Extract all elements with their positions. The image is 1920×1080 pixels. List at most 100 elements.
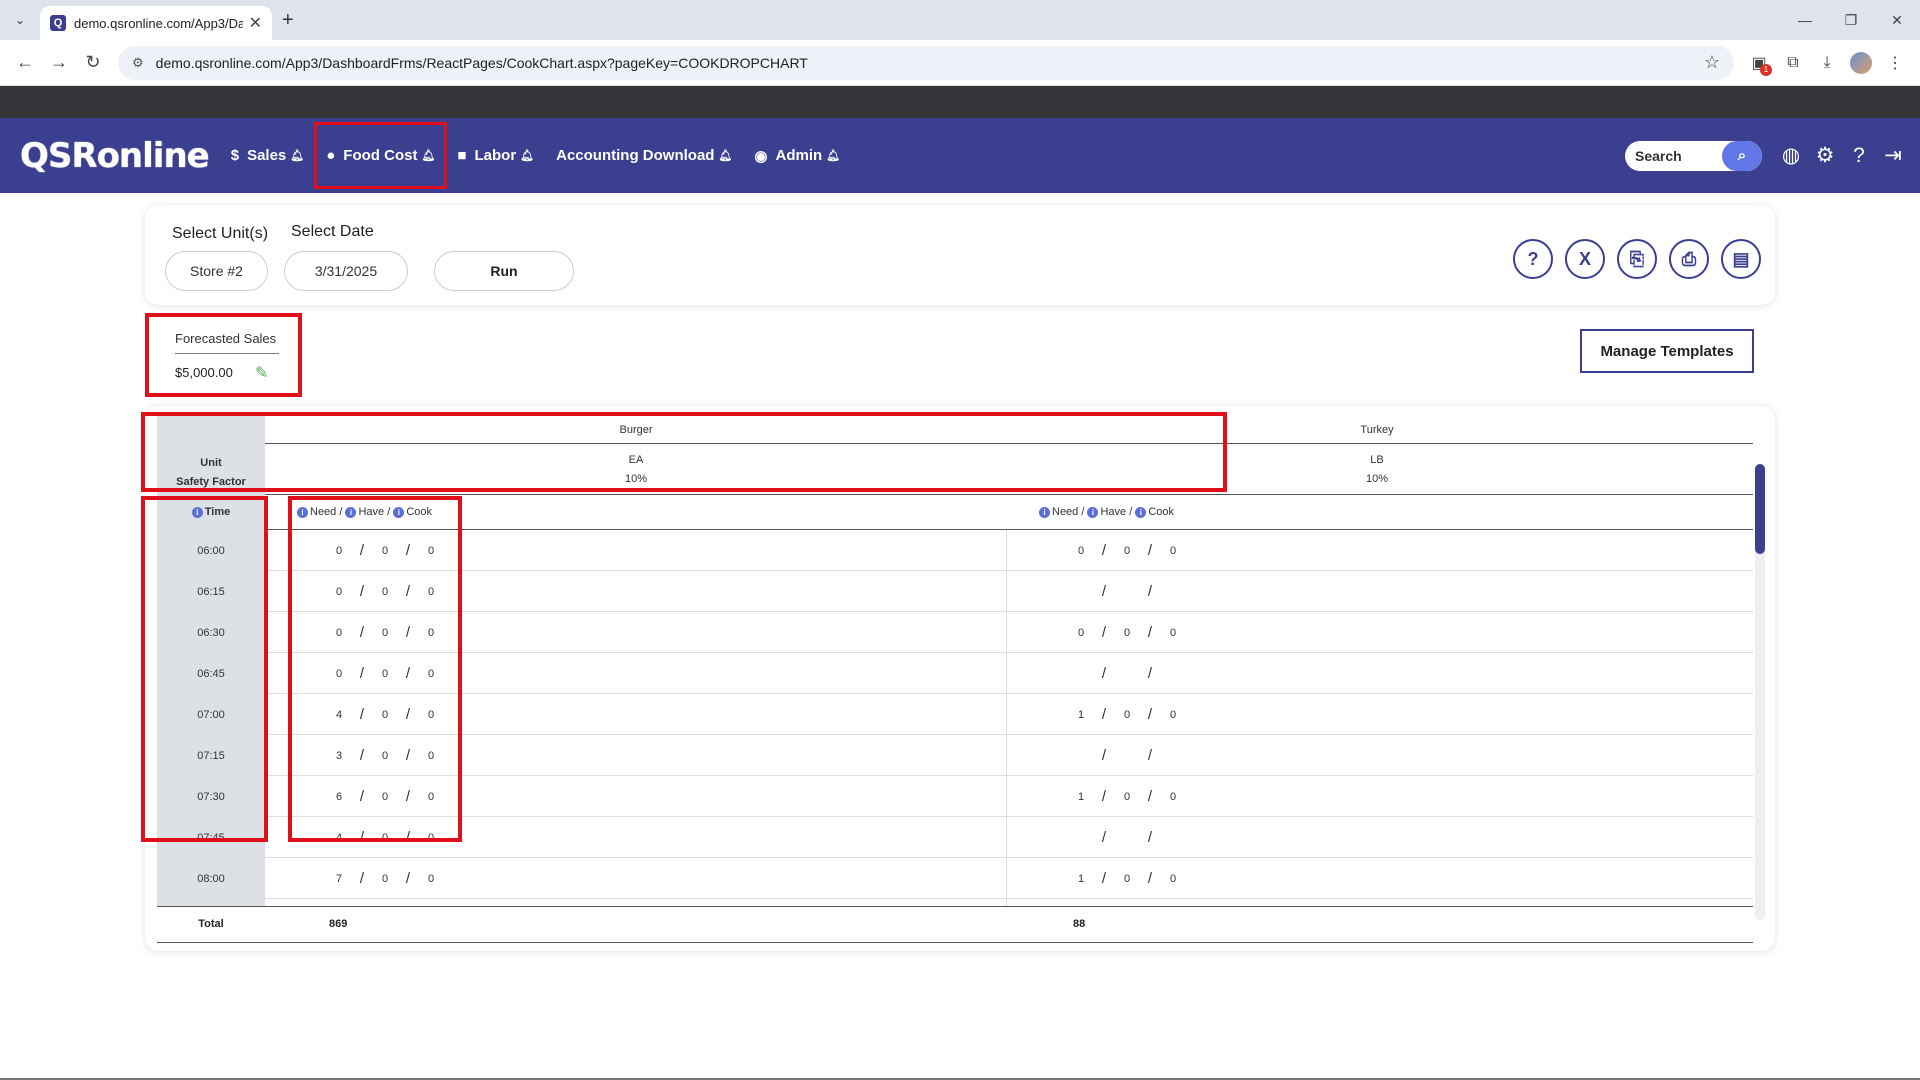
- site-info-icon[interactable]: ⚙: [132, 55, 144, 71]
- excel-export-icon[interactable]: X: [1565, 239, 1605, 279]
- burger-nhc-cell[interactable]: 4 / 0 / 0: [330, 694, 440, 735]
- download-icon[interactable]: ⤓: [1810, 46, 1844, 80]
- url-bar[interactable]: ⚙ demo.qsronline.com/App3/DashboardFrms/…: [118, 45, 1734, 80]
- info-icon[interactable]: i: [393, 506, 405, 518]
- date-picker[interactable]: 3/31/2025: [284, 251, 408, 291]
- separator: /: [359, 747, 365, 764]
- print-icon[interactable]: ⎙: [1669, 239, 1709, 279]
- turkey-nhc-cell[interactable]: 1 / 0 / 0: [1072, 858, 1182, 899]
- have-value: 0: [381, 872, 389, 885]
- burger-nhc-cell[interactable]: 6 / 0 / 0: [330, 776, 440, 817]
- close-window-icon[interactable]: ✕: [1874, 0, 1920, 40]
- bell-icon: 🔔︎: [290, 150, 305, 162]
- burger-nhc-cell[interactable]: 4 / 0 / 0: [330, 817, 440, 858]
- nav-accounting-download[interactable]: Accounting Download 🔔︎: [556, 147, 732, 164]
- search-icon[interactable]: ⌕: [1722, 140, 1762, 171]
- turkey-nhc-cell[interactable]: 1 / 0 / 0: [1072, 694, 1182, 735]
- tab-search-icon[interactable]: ⌄: [8, 8, 32, 32]
- turkey-nhc-cell[interactable]: / /: [1072, 653, 1182, 694]
- forecasted-sales-box: Forecasted Sales $5,000.00 ✎: [145, 313, 302, 397]
- burger-nhc-cell[interactable]: 0 / 0 / 0: [330, 653, 440, 694]
- gear-icon[interactable]: ⚙: [1808, 139, 1842, 173]
- nav-sales[interactable]: $ Sales 🔔︎: [231, 147, 305, 164]
- info-icon[interactable]: i: [1135, 506, 1147, 518]
- unit-select[interactable]: Store #2: [165, 251, 268, 291]
- puzzle-icon[interactable]: ⧉: [1776, 46, 1810, 80]
- table-row: 06:30 0 / 0 / 0 0 / 0 / 0: [157, 612, 1753, 653]
- burger-nhc-cell[interactable]: 3 / 0 / 0: [330, 735, 440, 776]
- separator: /: [1101, 706, 1107, 723]
- logout-icon[interactable]: ⇥: [1876, 139, 1910, 173]
- have-value: 0: [381, 667, 389, 680]
- restore-icon[interactable]: ❐: [1828, 0, 1874, 40]
- qsronline-logo[interactable]: QSRonline: [20, 136, 210, 176]
- globe-icon[interactable]: ◍: [1774, 139, 1808, 173]
- tab-close-icon[interactable]: ✕: [249, 13, 262, 33]
- turkey-nhc-cell[interactable]: 0 / 0 / 0: [1072, 612, 1182, 653]
- pdf-export-icon[interactable]: ⎘: [1617, 239, 1657, 279]
- turkey-nhc-cell[interactable]: / /: [1072, 735, 1182, 776]
- turkey-total: 88: [1073, 918, 1086, 930]
- unit-header: Unit: [200, 457, 222, 469]
- info-icon[interactable]: i: [1087, 506, 1099, 518]
- help-icon[interactable]: ?: [1842, 139, 1876, 173]
- new-tab-icon[interactable]: +: [282, 9, 294, 32]
- burger-nhc-cell[interactable]: 7 / 0 / 0: [330, 858, 440, 899]
- burger-nhc-cell[interactable]: 0 / 0 / 0: [330, 612, 440, 653]
- cook-value: 0: [427, 544, 435, 557]
- bookmark-star-icon[interactable]: ☆: [1704, 52, 1720, 73]
- scrollbar-thumb[interactable]: [1755, 464, 1765, 554]
- info-icon[interactable]: i: [191, 506, 203, 518]
- back-icon[interactable]: ←: [8, 46, 42, 80]
- table-row: 06:45 0/0/0//: [157, 653, 1753, 694]
- reload-icon[interactable]: ↻: [76, 46, 110, 80]
- need-value: 0: [1077, 544, 1085, 557]
- product-burger-name: Burger: [619, 424, 653, 436]
- need-value: 0: [335, 544, 343, 557]
- have-value: 0: [381, 544, 389, 557]
- separator: /: [359, 870, 365, 887]
- time-cell: 07:00: [197, 708, 225, 721]
- dark-strip: [0, 86, 1920, 118]
- browser-menu-icon[interactable]: ⋮: [1878, 46, 1912, 80]
- nav-admin[interactable]: ◉ Admin 🔔︎: [754, 147, 840, 165]
- burger-nhc-header: i Need / i Have / i Cook: [297, 506, 432, 518]
- turkey-nhc-cell[interactable]: 1 / 0 / 0: [1072, 776, 1182, 817]
- manage-templates-button[interactable]: Manage Templates: [1580, 329, 1754, 373]
- save-icon[interactable]: ▤: [1721, 239, 1761, 279]
- extension-icon[interactable]: ▣ 1: [1742, 46, 1776, 80]
- time-cell: 06:00: [197, 544, 225, 557]
- profile-avatar[interactable]: [1844, 46, 1878, 80]
- forward-icon[interactable]: →: [42, 46, 76, 80]
- app-nav: QSRonline $ Sales 🔔︎ ● Food Cost 🔔︎ ■ La…: [0, 118, 1920, 193]
- separator: /: [359, 542, 365, 559]
- time-header: i Time: [157, 506, 265, 518]
- turkey-nhc-cell[interactable]: 0 / 0 / 0: [1072, 530, 1182, 571]
- help-circle-icon[interactable]: ?: [1513, 239, 1553, 279]
- have-value: 0: [1123, 544, 1131, 557]
- search-input[interactable]: Search ⌕: [1625, 140, 1762, 171]
- nav-food-cost[interactable]: ● Food Cost 🔔︎: [314, 122, 448, 189]
- burger-nhc-cell[interactable]: 0 / 0 / 0: [330, 530, 440, 571]
- info-icon[interactable]: i: [297, 506, 308, 518]
- time-cell: 07:15: [197, 749, 225, 762]
- separator: /: [1147, 829, 1153, 846]
- info-icon[interactable]: i: [1039, 506, 1050, 518]
- info-icon[interactable]: i: [345, 506, 357, 518]
- turkey-nhc-cell[interactable]: / /: [1072, 817, 1182, 858]
- separator: /: [1147, 706, 1153, 723]
- edit-icon[interactable]: ✎: [255, 363, 273, 382]
- browser-tab[interactable]: Q demo.qsronline.com/App3/Das ✕: [40, 6, 272, 40]
- grid-scrollbar[interactable]: [1755, 464, 1765, 920]
- time-cell: 06:30: [197, 626, 225, 639]
- table-row: 06:00 0 / 0 / 0 0 / 0 / 0: [157, 530, 1753, 571]
- minimize-icon[interactable]: —: [1782, 0, 1828, 40]
- forecast-label: Forecasted Sales: [175, 331, 277, 346]
- nav-labor[interactable]: ■ Labor 🔔︎: [457, 147, 534, 164]
- burger-nhc-cell[interactable]: 0 / 0 / 0: [330, 571, 440, 612]
- run-button[interactable]: Run: [434, 251, 574, 291]
- turkey-nhc-cell[interactable]: / /: [1072, 571, 1182, 612]
- cook-value: 0: [427, 626, 435, 639]
- separator: /: [1147, 583, 1153, 600]
- cook-value: 0: [427, 667, 435, 680]
